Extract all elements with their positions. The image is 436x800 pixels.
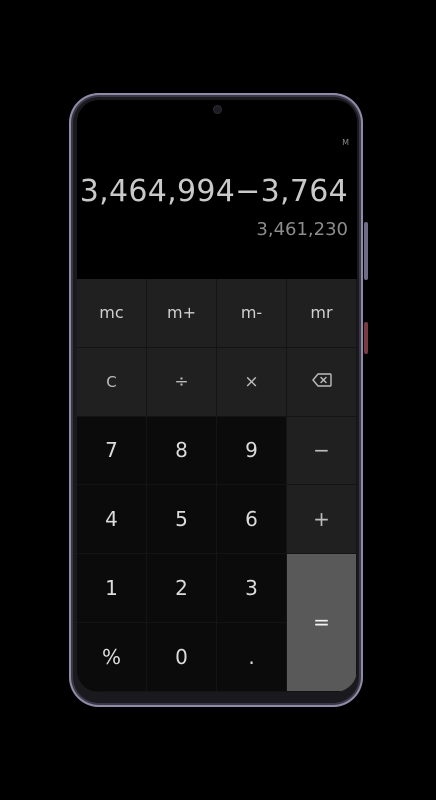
decimal-button[interactable]: . bbox=[217, 622, 287, 692]
multiply-button[interactable]: × bbox=[217, 347, 287, 417]
digit-8-button[interactable]: 8 bbox=[147, 416, 217, 486]
equals-button[interactable]: = bbox=[287, 554, 357, 692]
digit-3-button[interactable]: 3 bbox=[217, 554, 287, 623]
digit-6-button[interactable]: 6 bbox=[217, 485, 287, 555]
memory-indicator: M bbox=[342, 138, 349, 147]
digit-7-button[interactable]: 7 bbox=[77, 416, 147, 486]
digit-1-button[interactable]: 1 bbox=[77, 554, 147, 623]
memory-recall-button[interactable]: mr bbox=[287, 279, 357, 348]
backspace-icon bbox=[311, 372, 332, 392]
front-camera bbox=[214, 106, 221, 113]
keypad: mc m+ m- mr C ÷ × 7 8 9 − 4 5 6 + 1 2 3 … bbox=[77, 279, 357, 692]
digit-5-button[interactable]: 5 bbox=[147, 485, 217, 555]
memory-subtract-button[interactable]: m- bbox=[217, 279, 287, 348]
expression-display: 3,464,994−3,764 bbox=[79, 174, 348, 209]
calculator-screen: M 3,464,994−3,764 3,461,230 mc m+ m- mr … bbox=[77, 100, 357, 692]
percent-button[interactable]: % bbox=[77, 622, 147, 692]
volume-button bbox=[364, 222, 368, 280]
result-preview: 3,461,230 bbox=[256, 219, 348, 240]
power-button bbox=[364, 322, 368, 354]
digit-0-button[interactable]: 0 bbox=[147, 622, 217, 692]
memory-clear-button[interactable]: mc bbox=[77, 279, 147, 348]
subtract-button[interactable]: − bbox=[287, 416, 357, 486]
memory-add-button[interactable]: m+ bbox=[147, 279, 217, 348]
clear-button[interactable]: C bbox=[77, 347, 147, 417]
divide-button[interactable]: ÷ bbox=[147, 347, 217, 417]
add-button[interactable]: + bbox=[287, 485, 357, 555]
backspace-button[interactable] bbox=[287, 347, 357, 417]
digit-4-button[interactable]: 4 bbox=[77, 485, 147, 555]
digit-9-button[interactable]: 9 bbox=[217, 416, 287, 486]
digit-2-button[interactable]: 2 bbox=[147, 554, 217, 623]
